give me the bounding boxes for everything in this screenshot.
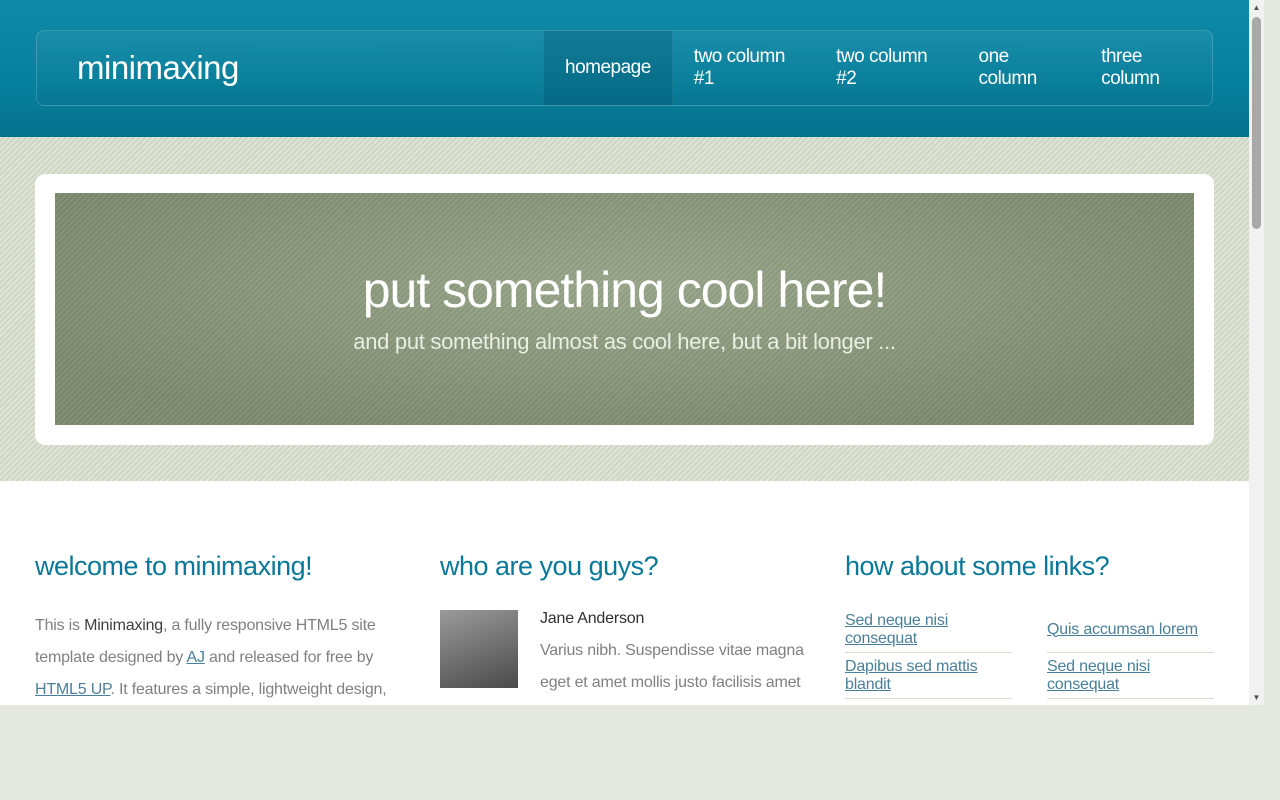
avatar [440, 610, 518, 688]
profile-card: Jane Anderson Varius nibh. Suspendisse v… [440, 610, 810, 705]
nav-item-two-column-2[interactable]: two column #2 [815, 31, 957, 105]
who-title: who are you guys? [440, 551, 659, 581]
nav-item-three-column[interactable]: three column [1080, 31, 1212, 105]
scroll-up-arrow-icon[interactable]: ▲ [1249, 0, 1264, 15]
link-dapibus-sed[interactable]: Dapibus sed mattis blandit [845, 658, 1012, 694]
html5up-link[interactable]: HTML5 UP [35, 681, 111, 698]
list-item: Dapibus sed mattis blandit [845, 653, 1012, 699]
banner-image: put something cool here! and put somethi… [55, 193, 1194, 425]
nav-item-two-column-1[interactable]: two column #1 [673, 31, 815, 105]
links-title: how about some links? [845, 551, 1110, 581]
banner-subtitle: and put something almost as cool here, b… [353, 329, 896, 354]
main-content: welcome to minimaxing! This is Minimaxin… [0, 481, 1249, 705]
nav-item-homepage[interactable]: homepage [543, 31, 673, 105]
header-bar: minimaxing homepage two column #1 two co… [36, 30, 1213, 106]
link-quis-accumsan[interactable]: Quis accumsan lorem [1047, 621, 1198, 639]
list-item: Sed neque nisi consequat [845, 607, 1012, 653]
vertical-scrollbar[interactable]: ▲ ▼ [1249, 0, 1264, 705]
nav-item-one-column[interactable]: one column [958, 31, 1081, 105]
link-sed-neque[interactable]: Sed neque nisi consequat [845, 612, 1012, 648]
welcome-column: welcome to minimaxing! This is Minimaxin… [35, 551, 405, 705]
links-column: how about some links? Sed neque nisi con… [845, 551, 1215, 699]
welcome-title: welcome to minimaxing! [35, 551, 313, 581]
banner-card: put something cool here! and put somethi… [35, 174, 1214, 445]
scrollbar-thumb[interactable] [1252, 17, 1261, 229]
welcome-text: This is Minimaxing, a fully responsive H… [35, 610, 405, 705]
banner-section: put something cool here! and put somethi… [0, 137, 1249, 481]
welcome-text-part: and released for free by [204, 649, 374, 666]
list-item: Quis accumsan lorem [1047, 607, 1214, 653]
profile-name: Jane Anderson [540, 610, 645, 627]
aj-link[interactable]: AJ [186, 649, 204, 666]
who-column: who are you guys? Jane Anderson Varius n… [440, 551, 810, 705]
welcome-strong-text: Minimaxing [84, 617, 163, 634]
list-item: Sed neque nisi consequat [1047, 653, 1214, 699]
profile-text: Jane Anderson Varius nibh. Suspendisse v… [540, 607, 810, 705]
browser-viewport: minimaxing homepage two column #1 two co… [0, 0, 1264, 705]
links-list: Sed neque nisi consequat Quis accumsan l… [845, 607, 1215, 699]
scroll-down-arrow-icon[interactable]: ▼ [1249, 690, 1264, 705]
link-sed-neque-2[interactable]: Sed neque nisi consequat [1047, 658, 1214, 694]
banner-title: put something cool here! [362, 262, 888, 318]
site-header: minimaxing homepage two column #1 two co… [0, 0, 1249, 137]
profile-description: Varius nibh. Suspendisse vitae magna ege… [540, 642, 804, 691]
site-logo[interactable]: minimaxing [77, 49, 239, 87]
welcome-text-part: This is [35, 617, 85, 634]
main-nav: homepage two column #1 two column #2 one… [543, 31, 1212, 105]
